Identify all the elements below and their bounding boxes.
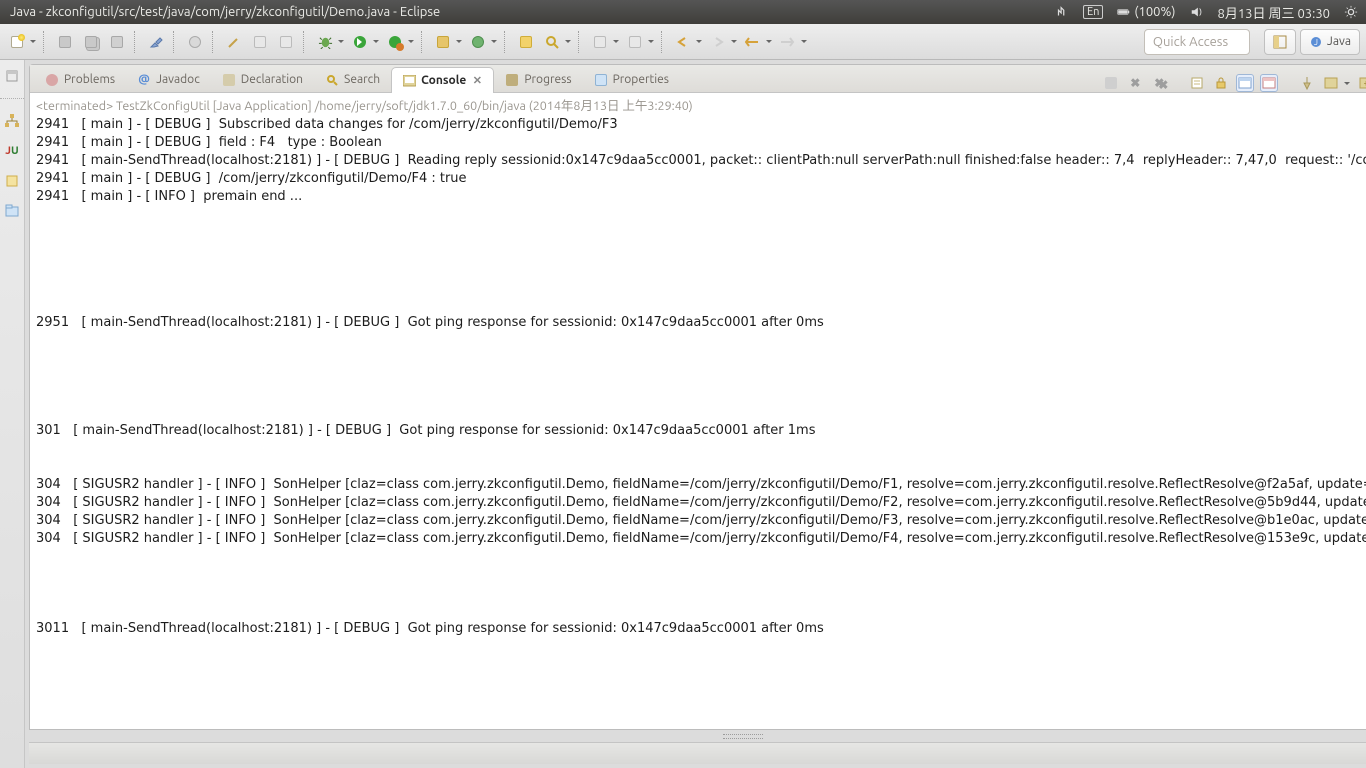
fwd-history-dropdown[interactable] bbox=[800, 37, 808, 46]
left-view-gutter: JU bbox=[0, 60, 25, 768]
view-tabstrip: Problems @ Javadoc Declaration Search Con… bbox=[30, 65, 1366, 93]
search-dropdown[interactable] bbox=[564, 37, 572, 46]
new-class-dropdown[interactable] bbox=[490, 37, 498, 46]
scroll-lock-button[interactable] bbox=[1212, 74, 1230, 92]
new-dropdown[interactable] bbox=[29, 37, 37, 46]
save-button[interactable] bbox=[54, 31, 76, 53]
print-button[interactable] bbox=[106, 31, 128, 53]
junit-icon[interactable]: JU bbox=[2, 141, 22, 161]
new-package-button[interactable] bbox=[432, 31, 454, 53]
quick-access-input[interactable]: Quick Access bbox=[1144, 29, 1250, 55]
console-output[interactable]: 2941 [ main ] - [ DEBUG ] Subscribed dat… bbox=[30, 116, 1366, 729]
annotation-dropdown[interactable] bbox=[612, 37, 620, 46]
sound-icon[interactable] bbox=[1190, 5, 1204, 19]
nav-fwd-button[interactable] bbox=[707, 31, 729, 53]
annotation-button[interactable] bbox=[589, 31, 611, 53]
remove-launch-button[interactable]: ✖ bbox=[1126, 74, 1144, 92]
tab-label: Properties bbox=[613, 73, 669, 86]
eclipse-toolbar: Quick Access J Java bbox=[0, 24, 1366, 60]
fwd-history-button[interactable] bbox=[777, 31, 799, 53]
tab-properties[interactable]: Properties bbox=[583, 66, 680, 92]
console-icon bbox=[402, 74, 416, 88]
system-menu-bar: Java - zkconfigutil/src/test/java/com/je… bbox=[0, 0, 1366, 24]
search-button[interactable] bbox=[541, 31, 563, 53]
run-last-button[interactable] bbox=[384, 31, 406, 53]
tab-label: Problems bbox=[64, 73, 115, 86]
bookmarks-icon[interactable] bbox=[2, 171, 22, 191]
debug-dropdown[interactable] bbox=[337, 37, 345, 46]
javadoc-icon: @ bbox=[137, 73, 151, 87]
tab-label: Search bbox=[344, 73, 380, 86]
tab-label: Console bbox=[421, 74, 466, 87]
center-area: Problems @ Javadoc Declaration Search Con… bbox=[25, 60, 1366, 768]
nav-fwd-dropdown[interactable] bbox=[730, 37, 738, 46]
tab-progress[interactable]: Progress bbox=[494, 66, 582, 92]
terminate-disabled-button[interactable] bbox=[1102, 74, 1120, 92]
skip-breakpoints-button[interactable] bbox=[184, 31, 206, 53]
tab-label: Javadoc bbox=[156, 73, 200, 86]
sash-handle[interactable] bbox=[29, 730, 1366, 742]
clear-console-button[interactable] bbox=[1188, 74, 1206, 92]
build-button[interactable] bbox=[145, 31, 167, 53]
run-dropdown[interactable] bbox=[372, 37, 380, 46]
new-class-button[interactable] bbox=[467, 31, 489, 53]
annotation2-button[interactable] bbox=[624, 31, 646, 53]
window-title: Java - zkconfigutil/src/test/java/com/je… bbox=[6, 5, 1055, 19]
navigator-icon[interactable] bbox=[2, 201, 22, 221]
new-button[interactable] bbox=[6, 31, 28, 53]
wand-button[interactable] bbox=[223, 31, 245, 53]
nav-back-dropdown[interactable] bbox=[695, 37, 703, 46]
tab-console[interactable]: Console ✕ bbox=[391, 67, 494, 93]
debug-button[interactable] bbox=[314, 31, 336, 53]
java-perspective-label: Java bbox=[1327, 35, 1351, 48]
run-last-dropdown[interactable] bbox=[407, 37, 415, 46]
progress-icon bbox=[505, 73, 519, 87]
show-on-stderr-button[interactable] bbox=[1260, 74, 1278, 92]
annotation2-dropdown[interactable] bbox=[647, 37, 655, 46]
java-perspective-button[interactable]: J Java bbox=[1300, 29, 1360, 55]
status-bar bbox=[29, 742, 1366, 764]
tab-declaration[interactable]: Declaration bbox=[211, 66, 314, 92]
tab-problems[interactable]: Problems bbox=[34, 66, 126, 92]
clock[interactable]: 8月13日 周三 03:30 bbox=[1218, 3, 1330, 22]
hierarchy-icon[interactable] bbox=[2, 111, 22, 131]
run-button[interactable] bbox=[349, 31, 371, 53]
console-launch-header: <terminated> TestZkConfigUtil [Java Appl… bbox=[30, 93, 1366, 116]
problems-icon bbox=[45, 73, 59, 87]
gear-icon[interactable] bbox=[1344, 5, 1358, 19]
bottom-view-stack: Problems @ Javadoc Declaration Search Con… bbox=[29, 64, 1366, 730]
workspace: JU Problems @ Javadoc Declaration Search … bbox=[0, 60, 1366, 768]
battery-indicator[interactable]: (100%) bbox=[1117, 5, 1175, 19]
system-tray: En (100%) 8月13日 周三 03:30 bbox=[1055, 3, 1360, 22]
nav-back-button[interactable] bbox=[672, 31, 694, 53]
open-type-button[interactable] bbox=[515, 31, 537, 53]
pin-console-button[interactable] bbox=[1298, 74, 1316, 92]
tab-label: Progress bbox=[524, 73, 571, 86]
display-console-dropdown[interactable] bbox=[1343, 79, 1351, 88]
declaration-icon bbox=[222, 73, 236, 87]
back-history-dropdown[interactable] bbox=[765, 37, 773, 46]
close-icon[interactable]: ✕ bbox=[471, 75, 483, 87]
show-on-stdout-button[interactable] bbox=[1236, 74, 1254, 92]
tab-search[interactable]: Search bbox=[314, 66, 391, 92]
properties-icon bbox=[594, 73, 608, 87]
tab-javadoc[interactable]: @ Javadoc bbox=[126, 66, 211, 92]
new-package-dropdown[interactable] bbox=[455, 37, 463, 46]
console-toolbar: ✖ ✖✖ + bbox=[1102, 74, 1366, 92]
display-console-button[interactable] bbox=[1322, 74, 1340, 92]
open-perspective-button[interactable] bbox=[1264, 29, 1296, 55]
toggle-button[interactable] bbox=[249, 31, 271, 53]
toggle2-button[interactable] bbox=[275, 31, 297, 53]
tab-label: Declaration bbox=[241, 73, 303, 86]
network-icon[interactable] bbox=[1055, 5, 1069, 19]
open-console-button[interactable]: + bbox=[1357, 74, 1366, 92]
save-all-button[interactable] bbox=[80, 31, 102, 53]
input-method-indicator[interactable]: En bbox=[1083, 5, 1103, 19]
remove-all-button[interactable]: ✖✖ bbox=[1150, 74, 1168, 92]
restore-icon[interactable] bbox=[2, 66, 22, 86]
search-icon bbox=[325, 73, 339, 87]
svg-text:J: J bbox=[1314, 38, 1318, 47]
back-history-button[interactable] bbox=[742, 31, 764, 53]
